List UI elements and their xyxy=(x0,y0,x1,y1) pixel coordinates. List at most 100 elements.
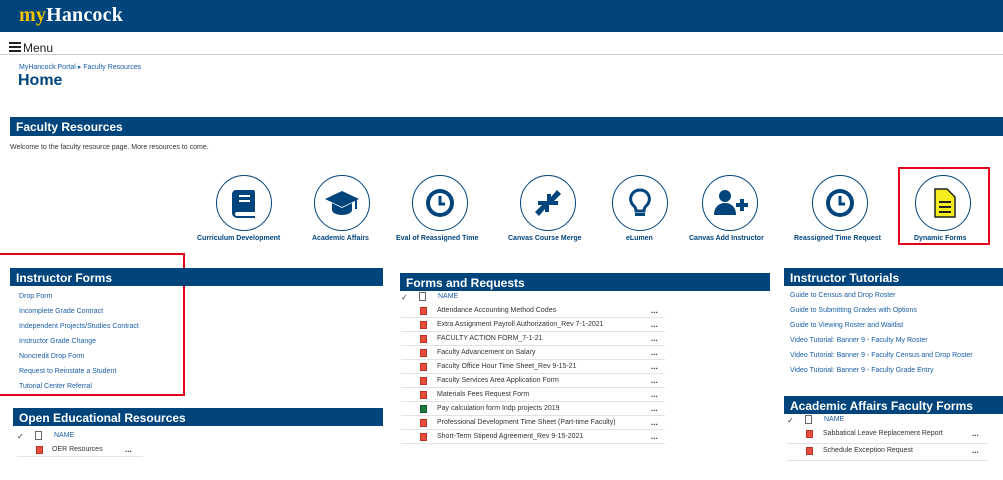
more-options-icon[interactable]: ... xyxy=(651,404,658,413)
list-item[interactable]: OER Resources ... xyxy=(17,443,143,457)
lightbulb-icon[interactable] xyxy=(612,175,668,231)
list-item[interactable]: Materials Fees Request Form... xyxy=(401,388,665,402)
more-options-icon[interactable]: ... xyxy=(651,348,658,357)
list-item[interactable]: FACULTY ACTION FORM_7-1-21... xyxy=(401,332,665,346)
link-video-my-roster[interactable]: Video Tutorial: Banner 9 - Faculty My Ro… xyxy=(790,333,973,348)
tile-label-elumen[interactable]: eLumen xyxy=(626,235,653,242)
pdf-icon xyxy=(420,391,427,399)
file-name[interactable]: Sabbatical Leave Replacement Report xyxy=(823,430,943,437)
file-name[interactable]: Faculty Office Hour Time Sheet_Rev 9-15-… xyxy=(437,363,577,370)
link-noncredit-drop[interactable]: Noncredit Drop Form xyxy=(19,349,139,364)
list-item[interactable]: Faculty Office Hour Time Sheet_Rev 9-15-… xyxy=(401,360,665,374)
file-name[interactable]: FACULTY ACTION FORM_7-1-21 xyxy=(437,335,543,342)
pdf-icon xyxy=(420,377,427,385)
forms-column-header: ✓ NAME xyxy=(401,292,665,304)
more-options-icon[interactable]: ... xyxy=(125,445,132,454)
list-item[interactable]: Pay calculation form Indp projects 2019.… xyxy=(401,402,665,416)
more-options-icon[interactable]: ... xyxy=(972,429,979,438)
instructor-tutorials-header: Instructor Tutorials xyxy=(784,268,1003,286)
more-options-icon[interactable]: ... xyxy=(651,432,658,441)
pdf-icon xyxy=(420,321,427,329)
link-incomplete-grade[interactable]: Incomplete Grade Contract xyxy=(19,304,139,319)
clock-icon[interactable] xyxy=(412,175,468,231)
top-header-bar: myHancock xyxy=(0,0,1003,32)
check-icon[interactable]: ✓ xyxy=(401,293,408,302)
name-column[interactable]: NAME xyxy=(824,416,844,423)
file-name[interactable]: Attendance Accounting Method Codes xyxy=(437,307,556,314)
link-video-grade-entry[interactable]: Video Tutorial: Banner 9 - Faculty Grade… xyxy=(790,363,973,378)
oer-list: ✓ NAME OER Resources ... xyxy=(17,431,143,457)
dynamic-forms-highlight xyxy=(898,167,990,245)
compress-arrows-icon[interactable] xyxy=(520,175,576,231)
graduation-cap-icon[interactable] xyxy=(314,175,370,231)
clock-icon[interactable] xyxy=(812,175,868,231)
link-roster-waitlist[interactable]: Guide to Viewing Roster and Waitlist xyxy=(790,318,973,333)
pdf-icon xyxy=(420,363,427,371)
link-tutorial-referral[interactable]: Tutorial Center Referral xyxy=(19,379,139,394)
list-item[interactable]: Short-Term Stipend Agreement_Rev 9-15-20… xyxy=(401,430,665,444)
aa-column-header: ✓ NAME xyxy=(787,415,987,427)
check-icon[interactable]: ✓ xyxy=(17,432,24,441)
list-item[interactable]: Sabbatical Leave Replacement Report... xyxy=(787,427,987,444)
tutorials-list: Guide to Census and Drop Roster Guide to… xyxy=(790,288,973,378)
link-census-drop-roster[interactable]: Guide to Census and Drop Roster xyxy=(790,288,973,303)
list-item[interactable]: Schedule Exception Request... xyxy=(787,444,987,461)
pdf-icon xyxy=(420,335,427,343)
list-item[interactable]: Professional Development Time Sheet (Par… xyxy=(401,416,665,430)
file-name[interactable]: Faculty Advancement on Salary xyxy=(437,349,535,356)
breadcrumb[interactable]: MyHancock Portal ▸ Faculty Resources xyxy=(19,63,141,71)
more-options-icon[interactable]: ... xyxy=(651,376,658,385)
instructor-forms-list: Drop Form Incomplete Grade Contract Inde… xyxy=(19,289,139,394)
more-options-icon[interactable]: ... xyxy=(972,446,979,455)
hamburger-icon[interactable] xyxy=(9,42,21,52)
file-name[interactable]: Faculty Services Area Application Form xyxy=(437,377,559,384)
link-independent-projects[interactable]: Independent Projects/Studies Contract xyxy=(19,319,139,334)
more-options-icon[interactable]: ... xyxy=(651,390,658,399)
file-name[interactable]: Schedule Exception Request xyxy=(823,447,913,454)
more-options-icon[interactable]: ... xyxy=(651,320,658,329)
more-options-icon[interactable]: ... xyxy=(651,334,658,343)
pdf-icon xyxy=(420,433,427,441)
menu-button[interactable]: Menu xyxy=(23,41,53,55)
file-name[interactable]: Pay calculation form Indp projects 2019 xyxy=(437,405,560,412)
list-item[interactable]: Attendance Accounting Method Codes... xyxy=(401,304,665,318)
forms-requests-list: ✓ NAME Attendance Accounting Method Code… xyxy=(401,292,665,444)
list-item[interactable]: Extra Assignment Payroll Authorization_R… xyxy=(401,318,665,332)
link-submitting-grades[interactable]: Guide to Submitting Grades with Options xyxy=(790,303,973,318)
file-name[interactable]: Extra Assignment Payroll Authorization_R… xyxy=(437,321,604,328)
tile-label-academic-affairs[interactable]: Academic Affairs xyxy=(312,235,369,242)
list-item[interactable]: Faculty Services Area Application Form..… xyxy=(401,374,665,388)
name-column[interactable]: NAME xyxy=(54,432,74,439)
more-options-icon[interactable]: ... xyxy=(651,362,658,371)
tile-label-eval-reassigned[interactable]: Eval of Reassigned Time xyxy=(396,235,478,242)
pdf-icon xyxy=(420,349,427,357)
myhancock-logo[interactable]: myHancock xyxy=(19,4,123,27)
book-icon[interactable] xyxy=(216,175,272,231)
link-video-census-drop[interactable]: Video Tutorial: Banner 9 - Faculty Censu… xyxy=(790,348,973,363)
faculty-resources-header: Faculty Resources xyxy=(10,117,1003,136)
list-item[interactable]: Faculty Advancement on Salary... xyxy=(401,346,665,360)
file-name[interactable]: Professional Development Time Sheet (Par… xyxy=(437,419,616,426)
tile-label-reassigned-request[interactable]: Reassigned Time Request xyxy=(794,235,881,242)
pdf-icon xyxy=(420,419,427,427)
tile-label-curriculum[interactable]: Curriculum Development xyxy=(197,235,280,242)
tile-label-canvas-add-instructor[interactable]: Canvas Add Instructor xyxy=(689,235,764,242)
more-options-icon[interactable]: ... xyxy=(651,418,658,427)
link-grade-change[interactable]: Instructor Grade Change xyxy=(19,334,139,349)
excel-icon xyxy=(420,405,427,413)
name-column[interactable]: NAME xyxy=(438,293,458,300)
user-plus-icon[interactable] xyxy=(702,175,758,231)
link-drop-form[interactable]: Drop Form xyxy=(19,289,139,304)
file-name[interactable]: Materials Fees Request Form xyxy=(437,391,529,398)
tile-label-canvas-merge[interactable]: Canvas Course Merge xyxy=(508,235,582,242)
more-options-icon[interactable]: ... xyxy=(651,306,658,315)
check-icon[interactable]: ✓ xyxy=(787,416,794,425)
file-icon xyxy=(419,292,426,301)
file-name[interactable]: OER Resources xyxy=(52,446,103,453)
file-name[interactable]: Short-Term Stipend Agreement_Rev 9-15-20… xyxy=(437,433,583,440)
link-reinstate-student[interactable]: Request to Reinstate a Student xyxy=(19,364,139,379)
logo-my: my xyxy=(19,4,47,26)
pdf-icon xyxy=(806,447,813,455)
logo-name: Hancock xyxy=(46,4,124,26)
oer-column-header: ✓ NAME xyxy=(17,431,143,443)
